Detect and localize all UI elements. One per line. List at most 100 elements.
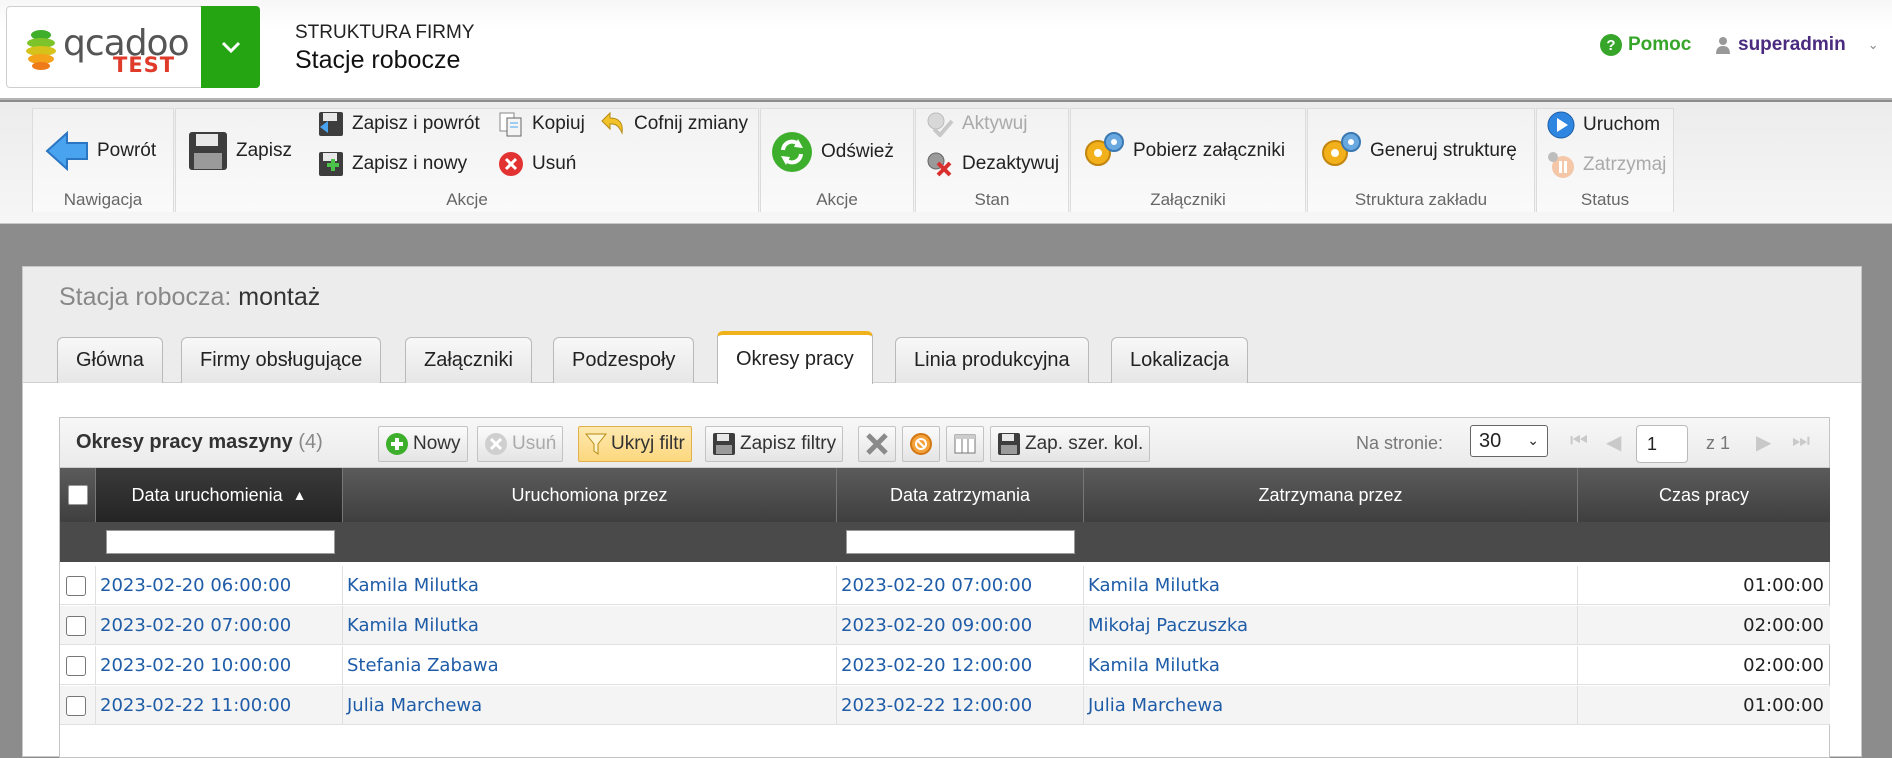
- hide-filter-button[interactable]: Ukryj filtr: [578, 426, 692, 462]
- tab-glowna[interactable]: Główna: [57, 337, 163, 383]
- column-header-started-by[interactable]: Uruchomiona przez: [343, 468, 837, 522]
- select-all-checkbox[interactable]: [68, 485, 88, 505]
- column-header-label: Data uruchomienia: [131, 484, 283, 505]
- page-title: Stacje robocze: [295, 46, 461, 74]
- clear-filters-button[interactable]: [858, 426, 896, 462]
- cell-start-date[interactable]: 2023-02-22 11:00:00: [96, 686, 343, 725]
- cell-stopped-by[interactable]: Kamila Milutka: [1084, 646, 1578, 685]
- group-label-state: Stan: [974, 190, 1010, 209]
- page-input[interactable]: 1: [1636, 425, 1688, 463]
- per-page-select[interactable]: 30 ⌄: [1470, 425, 1548, 457]
- new-label: Nowy: [413, 433, 461, 454]
- save-button[interactable]: Zapisz: [188, 131, 292, 171]
- tab-okresy-pracy[interactable]: Okresy pracy: [717, 331, 873, 384]
- column-header-stop-date[interactable]: Data zatrzymania: [837, 468, 1084, 522]
- group-label-attachments: Załączniki: [1150, 190, 1226, 209]
- column-header-start-date[interactable]: Data uruchomienia ▲: [96, 468, 343, 522]
- main-menu-button[interactable]: [201, 6, 260, 88]
- ribbon-group-navigation: Powrót Nawigacja: [32, 108, 174, 212]
- row-select-cell: [60, 606, 96, 645]
- cell-stop-date[interactable]: 2023-02-20 07:00:00: [837, 566, 1084, 605]
- cancel-button[interactable]: [902, 426, 940, 462]
- grid-count: (4): [298, 431, 323, 453]
- cell-stopped-by[interactable]: Julia Marchewa: [1084, 686, 1578, 725]
- row-checkbox[interactable]: [66, 695, 86, 716]
- download-attachments-button[interactable]: Pobierz załączniki: [1083, 131, 1285, 171]
- row-select-cell: [60, 566, 96, 605]
- grid-delete-button[interactable]: Usuń: [477, 426, 564, 462]
- row-checkbox[interactable]: [66, 615, 86, 636]
- stop-button[interactable]: Zatrzymaj: [1547, 151, 1666, 179]
- table-row[interactable]: 2023-02-22 11:00:00 Julia Marchewa 2023-…: [60, 686, 1830, 725]
- first-page-icon[interactable]: ⏮: [1570, 430, 1588, 453]
- undo-changes-button[interactable]: Cofnij zmiany: [598, 111, 748, 137]
- generate-structure-button[interactable]: Generuj strukturę: [1320, 131, 1517, 171]
- activate-icon: [927, 112, 954, 137]
- table-row[interactable]: 2023-02-20 07:00:00 Kamila Milutka 2023-…: [60, 606, 1830, 645]
- table-row[interactable]: 2023-02-20 10:00:00 Stefania Zabawa 2023…: [60, 646, 1830, 685]
- cell-started-by[interactable]: Kamila Milutka: [343, 566, 837, 605]
- save-and-back-button[interactable]: Zapisz i powrót: [318, 111, 480, 137]
- delete-button[interactable]: Usuń: [498, 151, 576, 177]
- user-menu[interactable]: superadmin ⌄: [1716, 34, 1879, 56]
- prev-page-icon[interactable]: ◀: [1606, 430, 1621, 455]
- refresh-button[interactable]: Odśwież: [771, 131, 894, 173]
- row-checkbox[interactable]: [66, 575, 86, 596]
- group-label-structure: Struktura zakładu: [1354, 190, 1488, 209]
- tab-linia-produkcyjna[interactable]: Linia produkcyjna: [895, 337, 1089, 383]
- row-checkbox[interactable]: [66, 655, 86, 676]
- cell-started-by[interactable]: Julia Marchewa: [343, 686, 837, 725]
- tab-lokalizacja[interactable]: Lokalizacja: [1111, 337, 1248, 383]
- help-link[interactable]: ? Pomoc: [1600, 34, 1691, 56]
- last-page-icon[interactable]: ⏭: [1792, 430, 1810, 453]
- tab-firmy-obslugujace[interactable]: Firmy obsługujące: [181, 337, 382, 383]
- logo[interactable]: qcadoo TEST: [6, 6, 202, 88]
- hide-filter-label: Ukryj filtr: [611, 433, 685, 454]
- add-icon: [386, 433, 408, 455]
- filter-start-date-input[interactable]: [106, 530, 335, 554]
- cell-started-by[interactable]: Stefania Zabawa: [343, 646, 837, 685]
- column-header-stopped-by[interactable]: Zatrzymana przez: [1084, 468, 1578, 522]
- cell-start-date[interactable]: 2023-02-20 07:00:00: [96, 606, 343, 645]
- filter-stop-date-input[interactable]: [846, 530, 1075, 554]
- copy-button[interactable]: Kopiuj: [498, 111, 585, 137]
- cell-start-date[interactable]: 2023-02-20 06:00:00: [96, 566, 343, 605]
- cell-start-date[interactable]: 2023-02-20 10:00:00: [96, 646, 343, 685]
- column-header-work-time[interactable]: Czas pracy: [1578, 468, 1830, 522]
- undo-changes-label: Cofnij zmiany: [634, 113, 749, 134]
- ribbon-group-actions: Zapisz Zapisz i powrót Zapisz i nowy Kop…: [175, 108, 759, 212]
- next-page-icon[interactable]: ▶: [1756, 430, 1771, 455]
- delete-icon: [499, 152, 523, 176]
- save-filters-button[interactable]: Zapisz filtry: [705, 426, 844, 462]
- cell-stop-date[interactable]: 2023-02-20 12:00:00: [837, 646, 1084, 685]
- save-column-widths-label: Zap. szer. kol.: [1025, 433, 1144, 454]
- start-button[interactable]: Uruchom: [1547, 111, 1660, 139]
- cell-work-time: 01:00:00: [1743, 575, 1824, 596]
- activate-button[interactable]: Aktywuj: [926, 111, 1027, 137]
- floppy-new-icon: [319, 152, 343, 176]
- back-button[interactable]: Powrót: [45, 131, 156, 171]
- cancel-icon: [910, 433, 932, 455]
- cell-work-time: 01:00:00: [1743, 695, 1824, 716]
- grid-filter-row: [60, 522, 1830, 562]
- logo-badge: TEST: [113, 53, 176, 77]
- save-column-widths-button[interactable]: Zap. szer. kol.: [990, 426, 1151, 462]
- copy-icon: [499, 112, 522, 137]
- cell-stop-date[interactable]: 2023-02-20 09:00:00: [837, 606, 1084, 645]
- deactivate-label: Dezaktywuj: [962, 153, 1060, 174]
- save-and-new-label: Zapisz i nowy: [352, 153, 468, 174]
- tab-podzespoly[interactable]: Podzespoły: [553, 337, 695, 383]
- gears-icon: [1085, 132, 1124, 166]
- cell-stop-date[interactable]: 2023-02-22 12:00:00: [837, 686, 1084, 725]
- activate-label: Aktywuj: [962, 113, 1028, 134]
- cell-started-by[interactable]: Kamila Milutka: [343, 606, 837, 645]
- row-select-cell: [60, 686, 96, 725]
- cell-stopped-by[interactable]: Kamila Milutka: [1084, 566, 1578, 605]
- columns-button[interactable]: [946, 426, 984, 462]
- deactivate-button[interactable]: Dezaktywuj: [926, 151, 1059, 177]
- cell-stopped-by[interactable]: Mikołaj Paczuszka: [1084, 606, 1578, 645]
- new-button[interactable]: Nowy: [378, 426, 468, 462]
- tab-zalaczniki[interactable]: Załączniki: [405, 337, 532, 383]
- table-row[interactable]: 2023-02-20 06:00:00 Kamila Milutka 2023-…: [60, 566, 1830, 605]
- save-and-new-button[interactable]: Zapisz i nowy: [318, 151, 467, 177]
